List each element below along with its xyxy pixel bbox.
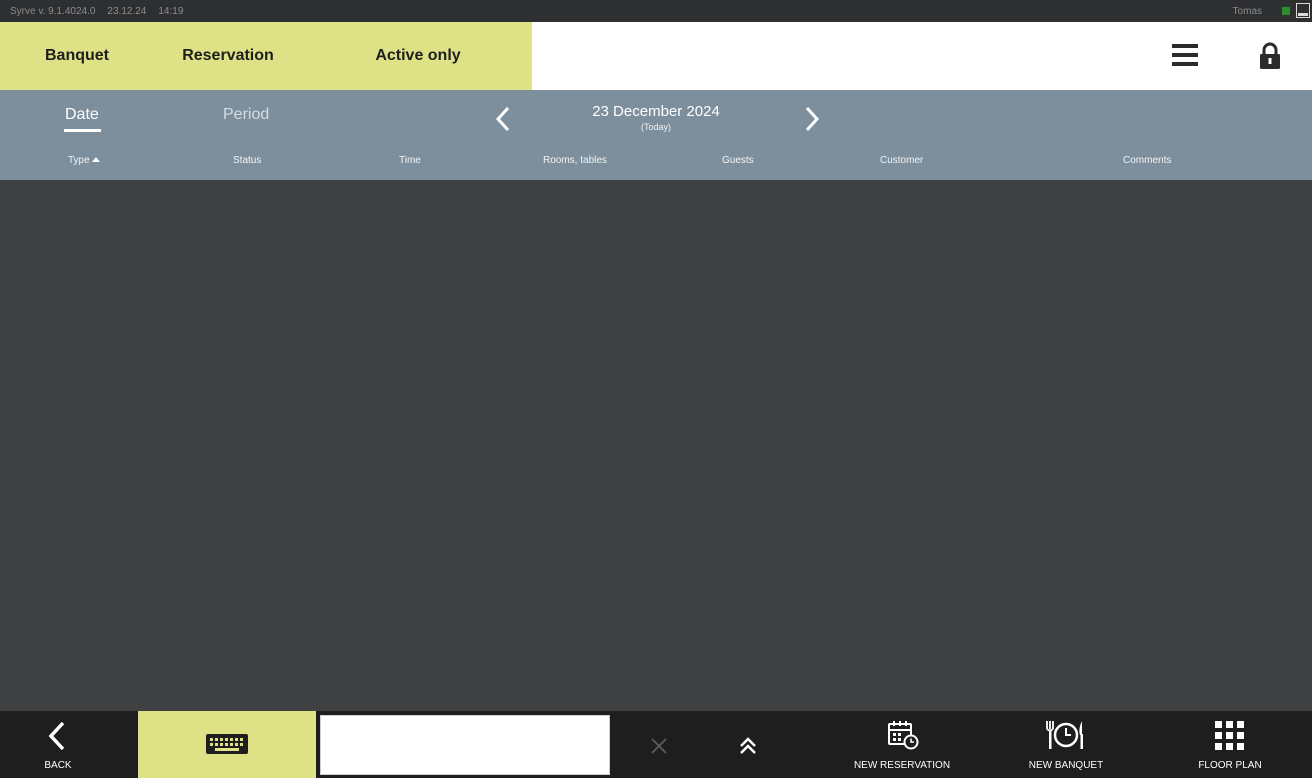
title-info: Syrve v. 9.1.4024.0 23.12.24 14:19 <box>10 6 195 17</box>
scroll-to-top-button[interactable] <box>733 711 763 778</box>
previous-date-icon[interactable] <box>489 102 519 136</box>
keyboard-button[interactable] <box>138 711 316 778</box>
top-bar: Banquet Reservation Active only <box>0 22 1312 90</box>
back-label: BACK <box>44 760 72 771</box>
column-type-label: Type <box>68 155 90 166</box>
column-header-comments[interactable]: Comments <box>1123 155 1171 166</box>
today-note: (Today) <box>640 122 671 132</box>
title-time: 14:19 <box>158 6 184 17</box>
floor-plan-button[interactable]: FLOOR PLAN <box>1180 711 1280 778</box>
tab-reservation[interactable]: Reservation <box>170 22 286 90</box>
mode-date[interactable]: Date <box>65 106 99 124</box>
double-chevron-up-icon <box>740 737 756 754</box>
app-version: Syrve v. 9.1.4024.0 <box>10 6 96 17</box>
close-icon <box>651 738 667 754</box>
column-header-guests[interactable]: Guests <box>722 155 754 166</box>
toggle-active-only[interactable]: Active only <box>362 22 474 90</box>
column-header-time[interactable]: Time <box>399 155 421 166</box>
connection-status-indicator <box>1282 7 1290 15</box>
tab-group: Banquet Reservation Active only <box>0 22 532 90</box>
column-header-status[interactable]: Status <box>233 155 261 166</box>
new-reservation-label: NEW RESERVATION <box>853 760 951 771</box>
hamburger-menu-icon[interactable] <box>1172 44 1198 68</box>
search-input[interactable] <box>320 715 610 775</box>
lock-icon[interactable] <box>1258 42 1282 70</box>
bottom-toolbar: BACK NEW RESERVATION NEW BANQUET FLOOR P… <box>0 711 1312 778</box>
back-button[interactable]: BACK <box>0 711 116 778</box>
title-date: 23.12.24 <box>107 6 147 17</box>
title-bar: Syrve v. 9.1.4024.0 23.12.24 14:19 Tomas <box>0 0 1312 22</box>
column-header-rooms-tables[interactable]: Rooms, tables <box>543 155 607 166</box>
new-reservation-button[interactable]: NEW RESERVATION <box>852 711 952 778</box>
mode-date-underline <box>64 129 101 132</box>
user-name: Tomas <box>1232 6 1262 17</box>
column-header-type[interactable]: Type <box>68 155 100 166</box>
tab-banquet[interactable]: Banquet <box>28 22 126 90</box>
back-arrow-icon <box>48 721 65 751</box>
current-date: 23 December 2024 <box>592 103 720 120</box>
mode-period[interactable]: Period <box>223 106 269 124</box>
reservation-list[interactable] <box>0 180 1312 711</box>
cutlery-clock-icon <box>1046 721 1083 749</box>
keyboard-icon <box>206 734 248 754</box>
new-banquet-label: NEW BANQUET <box>1028 760 1104 771</box>
filter-header: Date Period 23 December 2024 (Today) Typ… <box>0 90 1312 180</box>
column-header-customer[interactable]: Customer <box>880 155 923 166</box>
floor-plan-label: FLOOR PLAN <box>1198 760 1262 771</box>
next-date-icon[interactable] <box>796 102 826 136</box>
reservations-screen: Syrve v. 9.1.4024.0 23.12.24 14:19 Tomas B… <box>0 0 1312 778</box>
clear-search-button[interactable] <box>644 711 674 778</box>
new-banquet-button[interactable]: NEW BANQUET <box>1016 711 1116 778</box>
grid-icon <box>1215 721 1244 750</box>
calendar-clock-icon <box>888 721 919 750</box>
date-display[interactable]: 23 December 2024 (Today) <box>556 103 756 132</box>
sort-ascending-icon <box>91 157 100 162</box>
window-minimize-button[interactable] <box>1296 3 1310 18</box>
